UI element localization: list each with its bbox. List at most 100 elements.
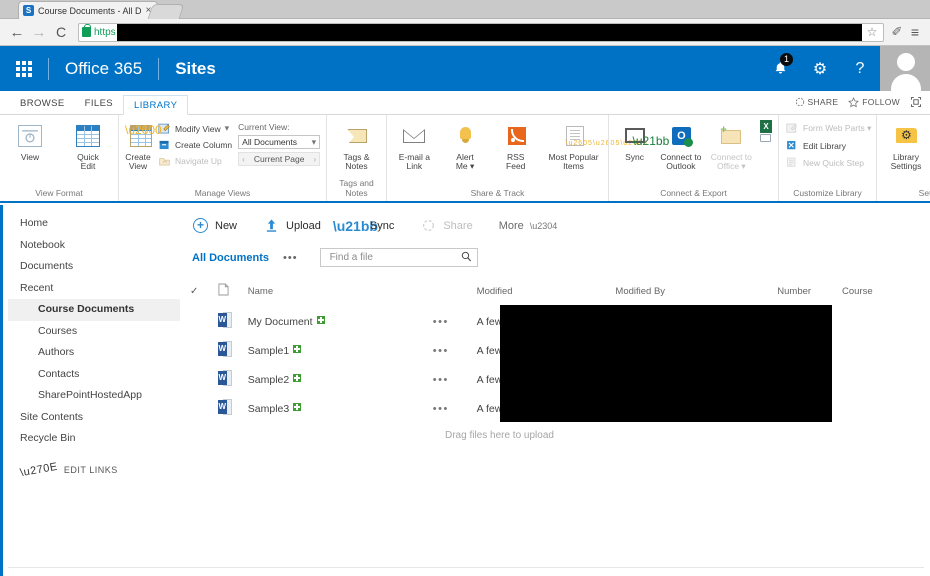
notifications-bell-icon[interactable]: 1 bbox=[760, 46, 800, 91]
back-icon[interactable]: ← bbox=[6, 21, 28, 43]
create-column-icon bbox=[157, 138, 171, 151]
browser-menu-icon[interactable]: ≡ bbox=[906, 24, 924, 40]
file-name[interactable]: My Document bbox=[248, 316, 313, 328]
modified-column-header[interactable]: Modified bbox=[477, 281, 616, 307]
create-view-button[interactable]: \u2600 Create View bbox=[125, 119, 162, 171]
tab-library[interactable]: LIBRARY bbox=[123, 95, 189, 115]
email-a-link-button[interactable]: E-mail a Link bbox=[393, 119, 436, 171]
pager-next-icon[interactable]: › bbox=[314, 155, 317, 164]
edit-links-button[interactable]: \u270E EDIT LINKS bbox=[8, 461, 180, 479]
sync-icon: \u21bb bbox=[622, 121, 669, 151]
alert-me-icon bbox=[452, 121, 478, 151]
office365-brand[interactable]: Office 365 bbox=[49, 59, 158, 79]
forward-icon[interactable]: → bbox=[28, 21, 50, 43]
modified-by-column-header[interactable]: Modified By bbox=[615, 281, 777, 307]
pager-prev-icon[interactable]: ‹ bbox=[242, 155, 245, 164]
alert-me-button[interactable]: Alert Me ▾ bbox=[444, 119, 487, 171]
row-name-cell[interactable]: Sample1 bbox=[248, 336, 433, 365]
browser-toolbar: ← → C https ☆ ✐ ≡ bbox=[0, 19, 930, 46]
row-actions-ellipsis[interactable]: ••• bbox=[433, 365, 477, 394]
find-a-file-box[interactable] bbox=[319, 248, 478, 267]
modify-view-button[interactable]: Modify View ▾ bbox=[157, 122, 232, 135]
sidebar-item-courses[interactable]: Courses bbox=[8, 321, 180, 343]
library-settings-button[interactable]: Library Settings bbox=[883, 119, 929, 171]
type-column-header[interactable] bbox=[218, 281, 248, 307]
search-icon[interactable] bbox=[461, 251, 472, 265]
focus-on-content-icon[interactable] bbox=[910, 96, 922, 108]
file-name[interactable]: Sample3 bbox=[248, 403, 289, 415]
quick-edit-button[interactable]: Quick Edit bbox=[64, 119, 112, 171]
tags-and-notes-button[interactable]: Tags & Notes bbox=[333, 119, 380, 171]
number-column-header[interactable]: Number bbox=[777, 281, 842, 307]
row-actions-ellipsis[interactable]: ••• bbox=[433, 394, 477, 423]
help-icon[interactable]: ? bbox=[840, 46, 880, 91]
ribbon-group-tags-notes: Tags & Notes Tags and Notes bbox=[326, 115, 386, 201]
sidebar-item-site-contents[interactable]: Site Contents bbox=[8, 407, 180, 429]
reload-icon[interactable]: C bbox=[50, 21, 72, 43]
row-checkbox[interactable] bbox=[190, 394, 218, 423]
upload-button[interactable]: Upload bbox=[263, 217, 321, 234]
row-name-cell[interactable]: Sample2 bbox=[248, 365, 433, 394]
avatar[interactable] bbox=[886, 46, 926, 91]
navigate-up-button[interactable]: Navigate Up bbox=[157, 154, 232, 167]
chevron-down-icon[interactable]: ▾ bbox=[225, 123, 230, 134]
sidebar-item-recycle-bin[interactable]: Recycle Bin bbox=[8, 428, 180, 450]
tab-browse[interactable]: BROWSE bbox=[10, 94, 75, 114]
sidebar-item-documents[interactable]: Documents bbox=[8, 256, 180, 278]
connect-to-office-button[interactable]: + Connect to Office ▾ bbox=[708, 119, 755, 171]
current-view-select[interactable]: All Documents ▾ bbox=[238, 135, 321, 149]
row-checkbox[interactable] bbox=[190, 336, 218, 365]
edit-library-button[interactable]: Edit Library bbox=[785, 139, 871, 152]
file-name[interactable]: Sample1 bbox=[248, 345, 289, 357]
settings-gear-icon[interactable]: ⚙ bbox=[800, 46, 840, 91]
share-button[interactable]: SHARE bbox=[795, 97, 839, 107]
address-bar[interactable]: https ☆ bbox=[78, 22, 884, 42]
view-button[interactable]: View bbox=[6, 119, 54, 162]
share-icon bbox=[420, 217, 437, 234]
row-actions-ellipsis[interactable]: ••• bbox=[433, 307, 477, 336]
url-redaction bbox=[116, 23, 862, 41]
sync-button[interactable]: \u21bb Sync bbox=[615, 119, 669, 162]
new-button[interactable]: + New bbox=[192, 217, 237, 234]
sidebar-item-home[interactable]: Home bbox=[8, 213, 180, 235]
row-checkbox[interactable] bbox=[190, 365, 218, 394]
row-name-cell[interactable]: Sample3 bbox=[248, 394, 433, 423]
suite-bar: Office 365 Sites 1 ⚙ ? bbox=[0, 46, 880, 91]
select-all-header[interactable]: ✓ bbox=[190, 281, 218, 307]
most-popular-items-button[interactable]: \u2605\u2605\u2605 Most Popular Items bbox=[545, 119, 647, 171]
search-input[interactable] bbox=[327, 251, 454, 264]
row-checkbox[interactable] bbox=[190, 307, 218, 336]
share-label: SHARE bbox=[807, 97, 839, 107]
rss-feed-button[interactable]: RSS Feed bbox=[494, 119, 537, 171]
course-column-header[interactable]: Course bbox=[842, 281, 923, 307]
bookmark-star-icon[interactable]: ☆ bbox=[864, 24, 880, 40]
current-page-pager[interactable]: ‹ Current Page › bbox=[238, 152, 321, 166]
sync-button[interactable]: \u21bb Sync bbox=[333, 217, 395, 234]
form-web-parts-button[interactable]: Form Web Parts ▾ bbox=[785, 122, 871, 135]
new-quick-step-button[interactable]: New Quick Step bbox=[785, 156, 871, 169]
sidebar-item-sharepointhostedapp[interactable]: SharePointHostedApp bbox=[8, 385, 180, 407]
file-name[interactable]: Sample2 bbox=[248, 374, 289, 386]
sidebar-item-recent[interactable]: Recent bbox=[8, 278, 180, 300]
tab-files[interactable]: FILES bbox=[75, 94, 123, 114]
follow-button[interactable]: FOLLOW bbox=[848, 96, 900, 108]
browser-tab[interactable]: S Course Documents - All D × bbox=[18, 1, 159, 19]
more-button[interactable]: More \u2304 bbox=[499, 220, 558, 232]
extension-icon[interactable]: ✐ bbox=[888, 24, 906, 40]
export-rss-icon[interactable] bbox=[760, 134, 771, 142]
app-launcher-icon[interactable] bbox=[0, 46, 48, 91]
excel-export-icon[interactable]: X bbox=[760, 120, 772, 133]
sites-app-label[interactable]: Sites bbox=[159, 59, 232, 79]
sidebar-item-course-documents[interactable]: Course Documents bbox=[8, 299, 180, 321]
name-column-header[interactable]: Name bbox=[248, 281, 433, 307]
current-view-link[interactable]: All Documents bbox=[192, 252, 269, 264]
sidebar-item-authors[interactable]: Authors bbox=[8, 342, 180, 364]
row-name-cell[interactable]: My Document bbox=[248, 307, 433, 336]
view-options-ellipsis[interactable]: ••• bbox=[283, 252, 298, 264]
sidebar-item-notebook[interactable]: Notebook bbox=[8, 235, 180, 257]
row-actions-ellipsis[interactable]: ••• bbox=[433, 336, 477, 365]
sidebar-item-contacts[interactable]: Contacts bbox=[8, 364, 180, 386]
share-button[interactable]: Share bbox=[420, 217, 473, 234]
new-tab-button[interactable] bbox=[147, 4, 185, 19]
create-column-button[interactable]: Create Column bbox=[157, 138, 232, 151]
